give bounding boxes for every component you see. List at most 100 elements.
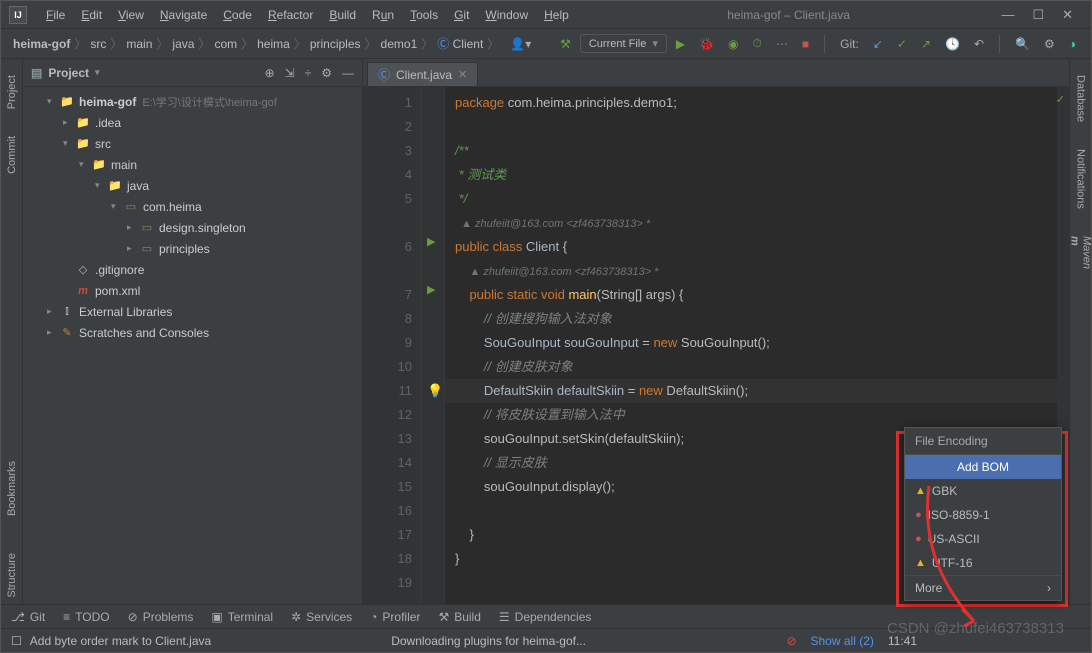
- select-opened-icon[interactable]: ⊕: [265, 66, 275, 80]
- code-line[interactable]: /**: [455, 139, 1047, 163]
- code-line[interactable]: // 创建皮肤对象: [455, 355, 1047, 379]
- menu-navigate[interactable]: Navigate: [153, 6, 214, 24]
- menu-run[interactable]: Run: [365, 6, 401, 24]
- tree-row[interactable]: ▾▭com.heima: [23, 196, 362, 217]
- run-gutter[interactable]: ▶▶: [421, 87, 445, 604]
- panel-settings-icon[interactable]: ⚙: [321, 66, 332, 80]
- expand-icon[interactable]: ▸: [47, 306, 59, 317]
- git-push-icon[interactable]: ↗: [916, 35, 936, 53]
- profile-icon[interactable]: ⏱: [748, 34, 767, 53]
- code-line[interactable]: [455, 115, 1047, 139]
- menu-tools[interactable]: Tools: [403, 6, 445, 24]
- run-icon[interactable]: ▶: [671, 35, 690, 53]
- encoding-option[interactable]: ▲GBK: [905, 479, 1061, 503]
- encoding-option[interactable]: ●ISO-8859-1: [905, 503, 1061, 527]
- menu-build[interactable]: Build: [322, 6, 363, 24]
- coverage-icon[interactable]: ◉: [723, 35, 743, 53]
- git-update-icon[interactable]: ↙: [868, 35, 888, 53]
- hammer-icon[interactable]: ⚒: [555, 35, 576, 53]
- code-line[interactable]: // 创建搜狗输入法对象: [455, 307, 1047, 331]
- expand-icon[interactable]: ▾: [111, 201, 123, 212]
- debug-icon[interactable]: 🐞: [694, 35, 719, 53]
- inspection-ok-icon[interactable]: ✓: [1056, 93, 1065, 106]
- menu-view[interactable]: View: [111, 6, 151, 24]
- breadcrumb-item[interactable]: src: [88, 37, 108, 51]
- code-line[interactable]: ▲ zhufeiit@163.com <zf463738313> *: [455, 259, 1047, 283]
- expand-icon[interactable]: ▾: [47, 96, 59, 107]
- tree-row[interactable]: ▾📁java: [23, 175, 362, 196]
- breadcrumb-item[interactable]: Ⓒ Client: [435, 35, 485, 52]
- popup-add-bom[interactable]: Add BOM: [905, 455, 1061, 479]
- run-gutter-icon[interactable]: ▶: [427, 283, 435, 296]
- popup-more[interactable]: More ›: [905, 575, 1061, 600]
- tree-row[interactable]: ▸▭design.singleton: [23, 217, 362, 238]
- expand-icon[interactable]: ▸: [47, 327, 59, 338]
- tw-profiler[interactable]: ◔Profiler: [370, 610, 420, 624]
- left-tab-project[interactable]: Project: [5, 69, 19, 115]
- minimize-button[interactable]: —: [1001, 7, 1014, 23]
- tw-build[interactable]: ⚒Build: [438, 610, 480, 624]
- left-tab-bookmarks[interactable]: Bookmarks: [5, 455, 19, 522]
- code-line[interactable]: 💡 DefaultSkiin defaultSkiin = new Defaul…: [445, 379, 1057, 403]
- breadcrumb-item[interactable]: principles: [308, 37, 363, 51]
- git-commit-icon[interactable]: ✓: [892, 35, 912, 53]
- tree-row[interactable]: ▸✎Scratches and Consoles: [23, 322, 362, 343]
- intention-bulb-icon[interactable]: 💡: [427, 379, 443, 403]
- expand-icon[interactable]: ▸: [127, 222, 139, 233]
- project-tree[interactable]: ▾📁heima-gofE:\学习\设计模式\heima-gof▸📁.idea▾📁…: [23, 87, 362, 604]
- tree-row[interactable]: ◇.gitignore: [23, 259, 362, 280]
- settings-icon[interactable]: ⚙: [1039, 35, 1060, 53]
- menu-file[interactable]: File: [39, 6, 72, 24]
- tw-todo[interactable]: ≡TODO: [63, 610, 109, 624]
- expand-icon[interactable]: ▾: [95, 180, 107, 191]
- expand-icon[interactable]: ▾: [63, 138, 75, 149]
- menu-code[interactable]: Code: [216, 6, 259, 24]
- tree-row[interactable]: ▾📁main: [23, 154, 362, 175]
- status-cancel-icon[interactable]: ⊘: [786, 634, 796, 648]
- breadcrumb-item[interactable]: heima: [255, 37, 292, 51]
- breadcrumb-item[interactable]: demo1: [379, 37, 420, 51]
- collapse-all-icon[interactable]: ÷: [305, 66, 312, 80]
- close-button[interactable]: ✕: [1062, 7, 1073, 23]
- tree-row[interactable]: ▸⫾External Libraries: [23, 301, 362, 322]
- expand-all-icon[interactable]: ⇲: [285, 66, 295, 80]
- editor-tab-client[interactable]: Ⓒ Client.java ✕: [367, 62, 478, 86]
- close-tab-icon[interactable]: ✕: [458, 68, 467, 81]
- breadcrumb-item[interactable]: heima-gof: [11, 37, 72, 51]
- tw-terminal[interactable]: ▣Terminal: [211, 610, 273, 624]
- bc-members-icon[interactable]: 👤▾: [505, 35, 536, 53]
- tw-git[interactable]: ⎇Git: [11, 610, 45, 624]
- breadcrumb-item[interactable]: java: [170, 37, 196, 51]
- code-line[interactable]: ▲ zhufeiit@163.com <zf463738313> *: [455, 211, 1047, 235]
- status-show-all[interactable]: Show all (2): [811, 634, 874, 648]
- git-revert-icon[interactable]: ↶: [969, 35, 989, 53]
- expand-icon[interactable]: ▾: [79, 159, 91, 170]
- menu-window[interactable]: Window: [478, 6, 535, 24]
- maximize-button[interactable]: ☐: [1032, 7, 1044, 23]
- code-line[interactable]: // 将皮肤设置到输入法中: [455, 403, 1047, 427]
- attach-icon[interactable]: ⋯: [771, 35, 793, 53]
- breadcrumb-item[interactable]: com: [212, 37, 239, 51]
- run-gutter-icon[interactable]: ▶: [427, 235, 435, 248]
- ide-icon[interactable]: ◑: [1064, 35, 1081, 53]
- tw-services[interactable]: ✲Services: [291, 610, 352, 624]
- code-line[interactable]: package com.heima.principles.demo1;: [455, 91, 1047, 115]
- menu-edit[interactable]: Edit: [74, 6, 109, 24]
- search-icon[interactable]: 🔍: [1010, 35, 1035, 53]
- expand-icon[interactable]: ▸: [127, 243, 139, 254]
- project-panel-title[interactable]: ▤ Project ▾: [31, 66, 265, 80]
- left-tab-commit[interactable]: Commit: [5, 130, 19, 180]
- tree-row[interactable]: ▾📁src: [23, 133, 362, 154]
- code-line[interactable]: public class Client {: [455, 235, 1047, 259]
- git-history-icon[interactable]: 🕓: [940, 35, 965, 53]
- run-config-selector[interactable]: Current File ▾: [580, 34, 667, 53]
- menu-help[interactable]: Help: [537, 6, 576, 24]
- line-number-gutter[interactable]: 12345678910111213141516171819: [363, 87, 421, 604]
- tree-row[interactable]: ▸📁.idea: [23, 112, 362, 133]
- left-tab-structure[interactable]: Structure: [5, 547, 19, 604]
- right-tab-maven[interactable]: m Maven: [1068, 230, 1092, 275]
- stop-icon[interactable]: ■: [797, 35, 814, 53]
- code-line[interactable]: SouGouInput souGouInput = new SouGouInpu…: [455, 331, 1047, 355]
- code-line[interactable]: * 测试类: [455, 163, 1047, 187]
- tw-dependencies[interactable]: ☰Dependencies: [499, 610, 592, 624]
